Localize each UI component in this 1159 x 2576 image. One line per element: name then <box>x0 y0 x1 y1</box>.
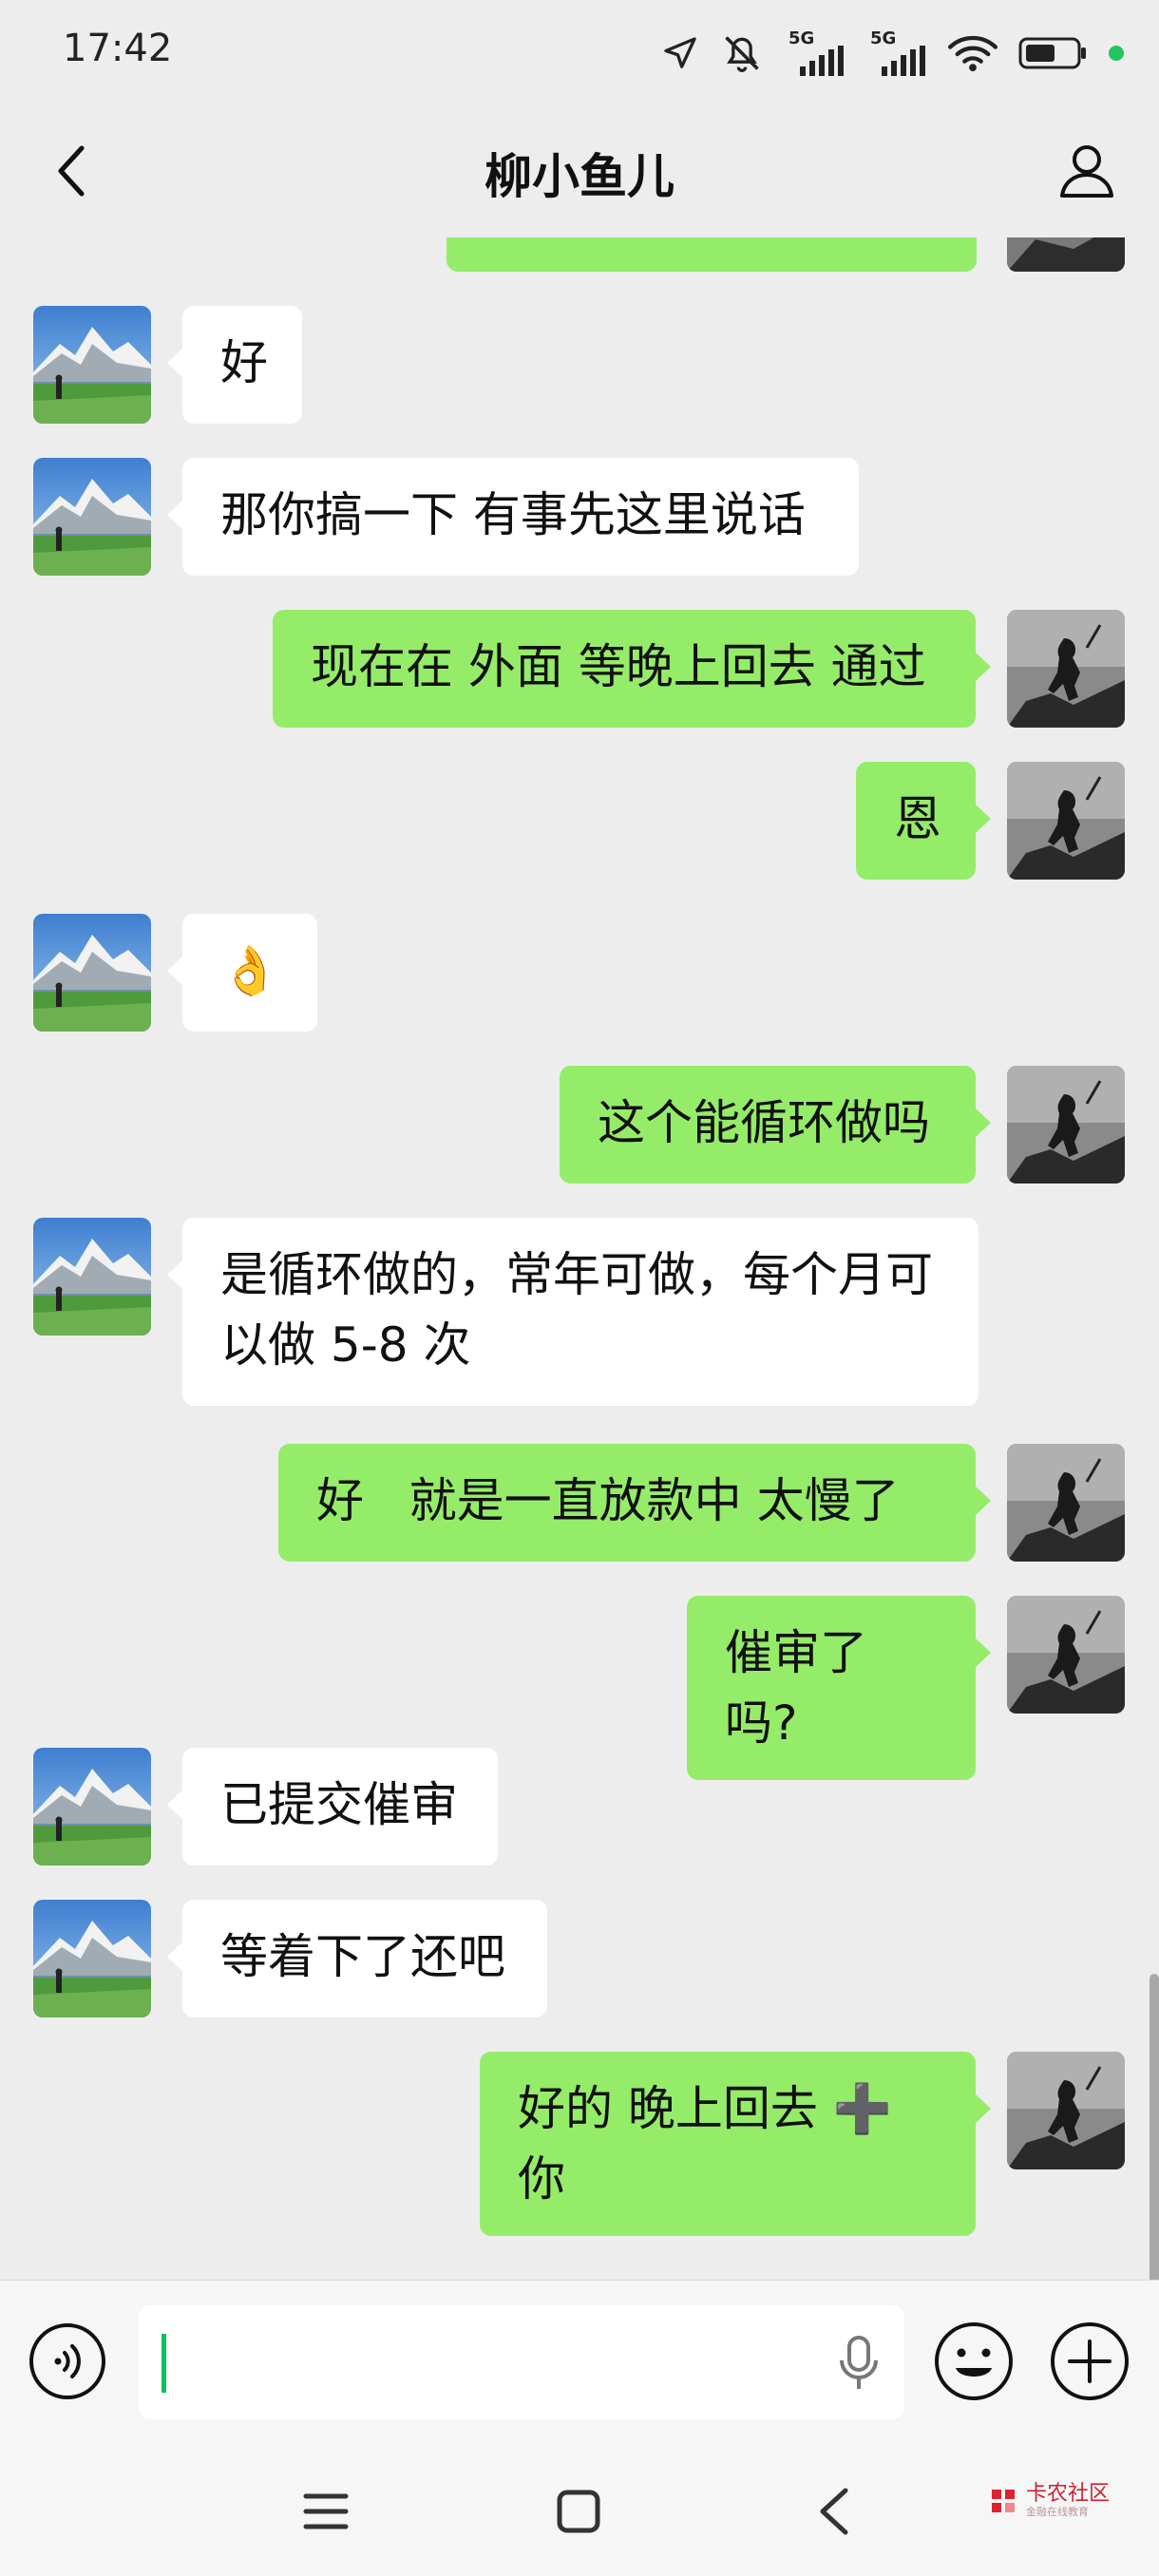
plus-circle-icon <box>1051 2322 1129 2400</box>
avatar-self[interactable] <box>1007 237 1125 272</box>
emoji-button[interactable] <box>933 2320 1015 2402</box>
status-time: 17:42 <box>63 27 173 70</box>
home-icon[interactable] <box>556 2489 601 2534</box>
message-row: 已提交催审 <box>0 1748 1159 1866</box>
chat-info-button[interactable] <box>1049 133 1125 209</box>
message-bubble[interactable]: 现在在 外面 等晚上回去 通过 <box>273 610 991 728</box>
chat-title: 柳小鱼儿 <box>484 149 674 204</box>
person-icon <box>1060 145 1113 198</box>
message-bubble[interactable]: 好 就是一直放款中 太慢了 <box>278 1444 991 1562</box>
message-bubble[interactable]: 好 <box>167 306 302 424</box>
avatar-contact[interactable] <box>33 458 151 576</box>
avatar-self[interactable] <box>1007 1066 1125 1184</box>
message-row: 好 就是一直放款中 太慢了 <box>0 1444 1159 1562</box>
status-bar: 17:42 5G 5G <box>0 0 1159 104</box>
avatar-contact[interactable] <box>33 1748 151 1866</box>
system-navigation-bar: 卡农社区 金融在线教育 <box>0 2441 1159 2576</box>
avatar-self[interactable] <box>1007 2052 1125 2169</box>
scrollbar[interactable] <box>1150 1974 1159 2280</box>
message-bubble[interactable]: 那你搞一下 有事先这里说话 <box>167 458 859 576</box>
status-icons: 5G 5G <box>661 27 1125 80</box>
watermark-subtext: 金融在线教育 <box>1026 2506 1089 2518</box>
chat-area[interactable]: 好 那你搞一下 有事先这里说话 现在在 外面 等晚上回去 通过 恩 👌 这个能循… <box>0 237 1159 2280</box>
message-bubble[interactable]: 好的 晚上回去 ➕ 你 <box>480 2052 991 2236</box>
voice-toggle-button[interactable] <box>28 2322 106 2400</box>
message-row: 这个能循环做吗 <box>0 1066 1159 1184</box>
message-bubble[interactable]: 这个能循环做吗 <box>560 1066 991 1184</box>
avatar-self[interactable] <box>1007 1596 1125 1714</box>
avatar-contact[interactable] <box>33 1218 151 1335</box>
voice-input-icon <box>29 2323 105 2399</box>
message-row: 好的 晚上回去 ➕ 你 <box>0 2052 1159 2236</box>
nav-bar: 柳小鱼儿 <box>0 104 1159 237</box>
message-row: 现在在 外面 等晚上回去 通过 <box>0 610 1159 728</box>
message-row: 👌 <box>0 914 1159 1032</box>
message-bubble[interactable]: 等着下了还吧 <box>167 1900 547 2017</box>
avatar-contact[interactable] <box>33 914 151 1032</box>
message-row: 等着下了还吧 <box>0 1900 1159 2017</box>
message-bubble[interactable]: 👌 <box>167 914 317 1032</box>
avatar-self[interactable] <box>1007 610 1125 728</box>
signal-5g-icon: 5G <box>866 28 927 76</box>
text-caret <box>162 2334 166 2393</box>
input-bar <box>0 2280 1159 2442</box>
message-input[interactable] <box>139 2305 904 2419</box>
message-row: 恩 <box>0 762 1159 880</box>
message-row: 催审了吗? <box>0 1596 1159 1780</box>
dot-icon <box>1109 46 1124 61</box>
message-bubble[interactable]: 已提交催审 <box>167 1748 498 1866</box>
wifi-icon <box>948 35 998 72</box>
message-bubble[interactable] <box>446 237 977 272</box>
signal-5g-icon: 5G <box>785 28 846 76</box>
message-row: 那你搞一下 有事先这里说话 <box>0 458 1159 576</box>
menu-icon[interactable] <box>302 2491 350 2532</box>
message-bubble[interactable]: 是循环做的，常年可做，每个月可以做 5-8 次 <box>167 1218 978 1406</box>
more-button[interactable] <box>1049 2320 1130 2402</box>
message-bubble[interactable]: 恩 <box>856 762 991 880</box>
mute-vibrate-icon <box>725 36 759 72</box>
avatar-self[interactable] <box>1007 762 1125 880</box>
emoji-icon <box>935 2322 1013 2400</box>
kanong-logo-icon <box>992 2490 1015 2512</box>
avatar-contact[interactable] <box>33 306 151 424</box>
avatar-self[interactable] <box>1007 1444 1125 1562</box>
message-row: 好 <box>0 306 1159 424</box>
watermark: 卡农社区 金融在线教育 <box>986 2483 1110 2519</box>
avatar-contact[interactable] <box>33 1900 151 2017</box>
back-icon[interactable] <box>815 2487 853 2536</box>
watermark-text: 卡农社区 <box>1026 2482 1111 2506</box>
microphone-icon[interactable] <box>838 2336 880 2391</box>
battery-icon <box>1018 37 1086 69</box>
location-arrow-icon <box>664 37 696 68</box>
message-row: 是循环做的，常年可做，每个月可以做 5-8 次 <box>0 1218 1159 1406</box>
